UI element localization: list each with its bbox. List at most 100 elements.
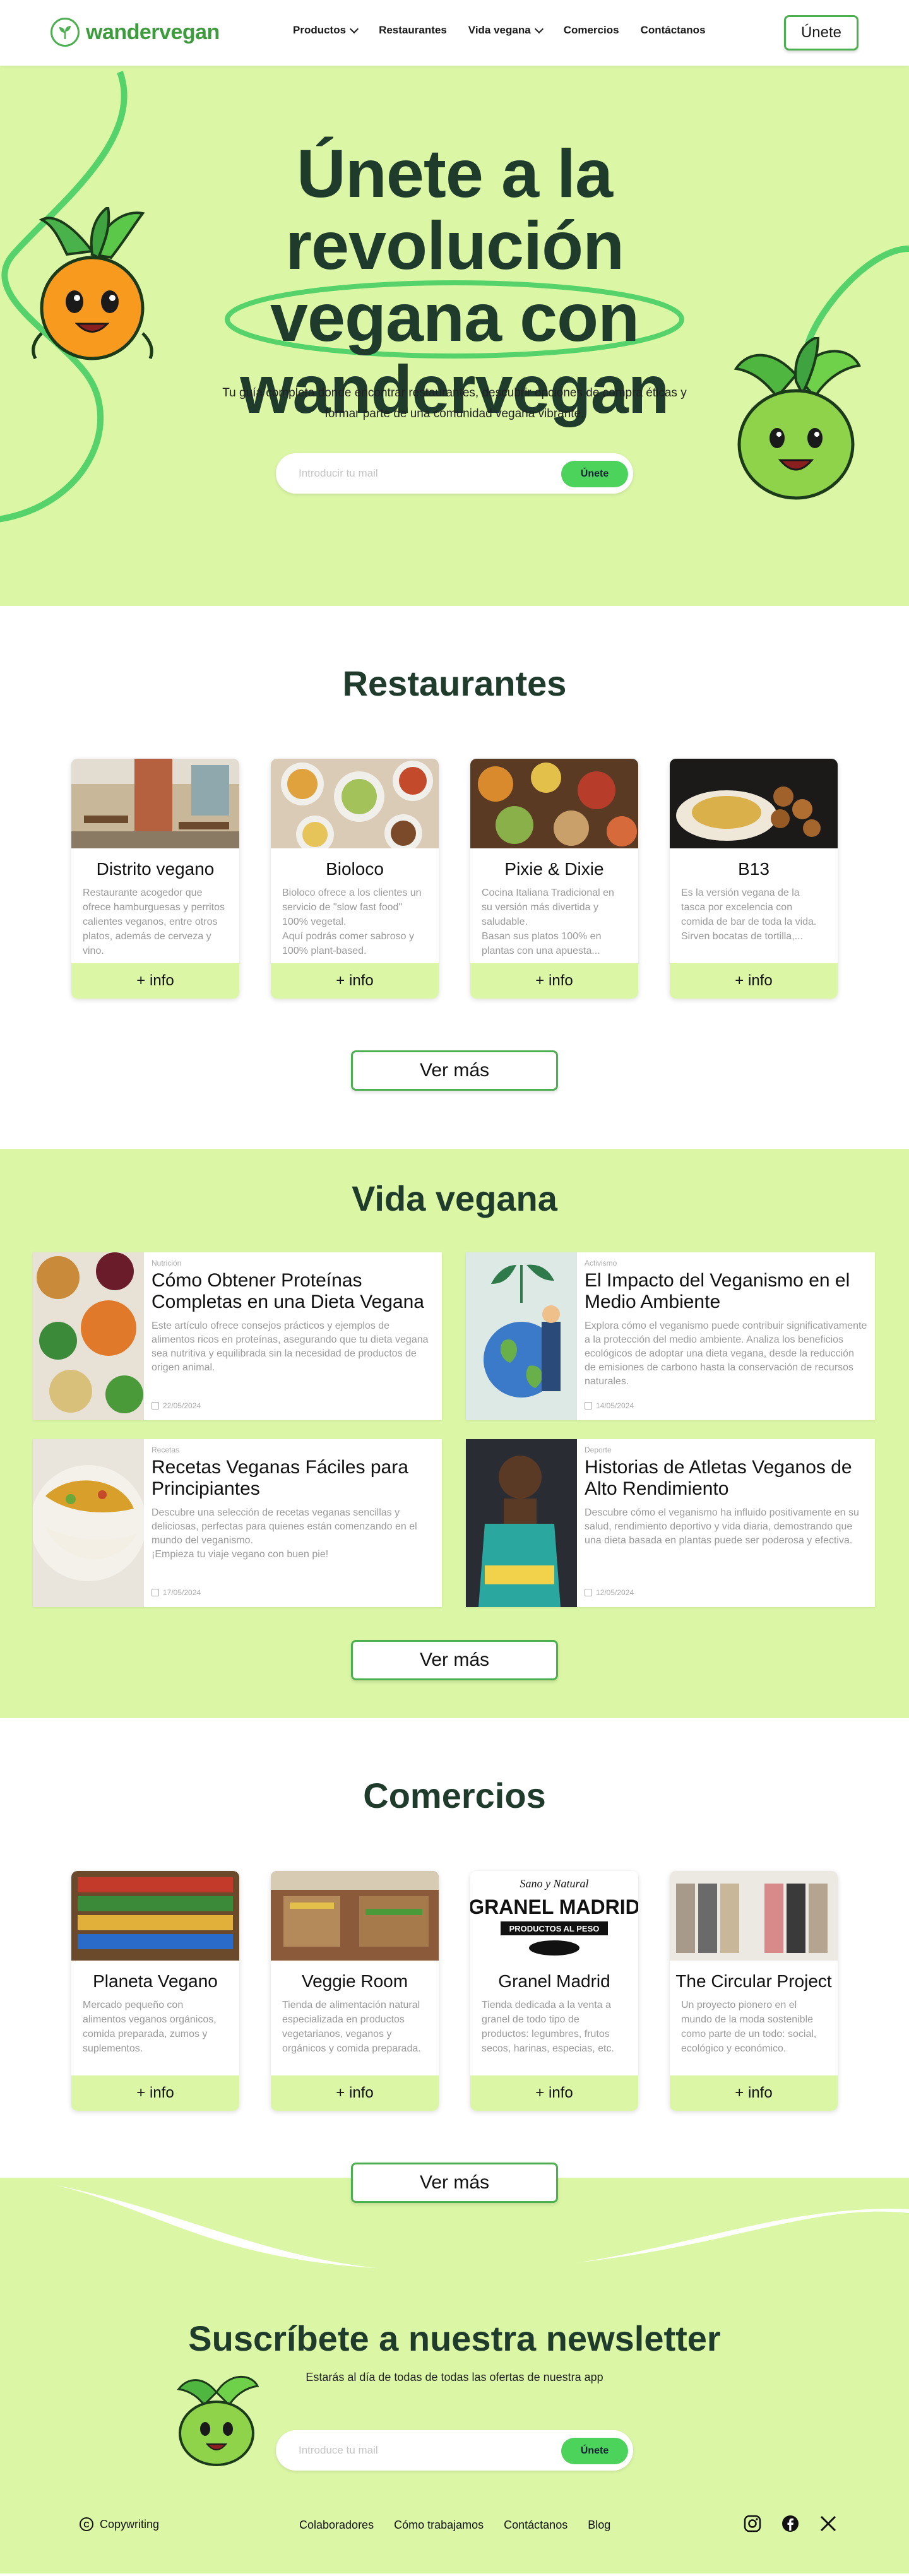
nav-comercios[interactable]: Comercios (564, 24, 619, 37)
restaurant-description: Bioloco ofrece a los clientes un servici… (282, 887, 422, 956)
restaurant-image-pixie (470, 759, 638, 848)
article-date-value: 14/05/2024 (596, 1401, 634, 1410)
hero-title-line2: vegana con (270, 279, 639, 355)
shop-info-button[interactable]: + info (71, 2075, 239, 2111)
shop-image-planeta (71, 1871, 239, 1961)
shop-name: Granel Madrid (498, 1971, 610, 1991)
newsletter-mascot-icon (177, 2376, 259, 2466)
article-date-value: 22/05/2024 (163, 1401, 201, 1410)
restaurant-image-b13 (670, 759, 838, 848)
calendar-icon (152, 1402, 159, 1410)
shop-name: Veggie Room (301, 1971, 408, 1991)
vida-vegana-section: Vida vegana Nutrición Cómo Obtener Prote… (0, 1149, 909, 1718)
article-body: Recetas Recetas Veganas Fáciles para Pri… (144, 1439, 442, 1607)
article-description: Descubre cómo el veganismo ha influido p… (585, 1507, 859, 1546)
article-image-recetas (33, 1439, 144, 1607)
restaurant-name: Bioloco (326, 859, 384, 879)
article-image-atletas (466, 1439, 577, 1607)
article-card[interactable]: Recetas Recetas Veganas Fáciles para Pri… (33, 1439, 442, 1607)
granel-logo-ribbon: PRODUCTOS AL PESO (509, 1924, 600, 1933)
article-body: Activismo El Impacto del Veganismo en el… (577, 1252, 875, 1420)
main-nav: Productos Restaurantes Vida vegana Comer… (293, 24, 706, 37)
social-links (742, 2514, 838, 2534)
footer-link-colaboradores[interactable]: Colaboradores (299, 2519, 374, 2532)
footer: C Copywriting Colaboradores Cómo trabaja… (0, 2506, 909, 2544)
article-category: Recetas (152, 1445, 180, 1454)
article-image-proteinas (33, 1252, 144, 1420)
newsletter-email-input[interactable] (299, 2438, 538, 2463)
article-card[interactable]: Deporte Historias de Atletas Veganos de … (466, 1439, 875, 1607)
restaurant-card: Bioloco Bioloco ofrece a los clientes un… (271, 759, 439, 999)
hero-title-line1: Únete a la revolución (285, 135, 624, 283)
article-card[interactable]: Nutrición Cómo Obtener Proteínas Complet… (33, 1252, 442, 1420)
article-card[interactable]: Activismo El Impacto del Veganismo en el… (466, 1252, 875, 1420)
shop-info-button[interactable]: + info (470, 2075, 638, 2111)
shop-card: Planeta Vegano Mercado pequeño con alime… (71, 1871, 239, 2111)
restaurant-image-distrito (71, 759, 239, 848)
vida-title: Vida vegana (352, 1178, 557, 1218)
newsletter-title: Suscríbete a nuestra newsletter (188, 2318, 721, 2358)
vida-more-button[interactable]: Ver más (351, 1640, 558, 1680)
instagram-icon[interactable] (742, 2514, 763, 2534)
logo[interactable]: wandervegan (50, 18, 220, 47)
chevron-down-icon (349, 24, 359, 33)
nav-vida-vegana-label: Vida vegana (468, 24, 531, 36)
footer-link-contactanos[interactable]: Contáctanos (504, 2519, 567, 2532)
comercios-more-button[interactable]: Ver más (351, 2163, 558, 2203)
article-description: Descubre una selección de recetas vegana… (152, 1507, 417, 1560)
nav-contactanos[interactable]: Contáctanos (641, 24, 706, 37)
hero-signup-form: Únete (276, 453, 633, 494)
article-title: Historias de Atletas Veganos de Alto Ren… (585, 1457, 852, 1499)
article-date: 17/05/2024 (152, 1588, 201, 1597)
footer-link-como-trabajamos[interactable]: Cómo trabajamos (394, 2519, 484, 2532)
restaurant-info-button[interactable]: + info (271, 963, 439, 999)
restaurantes-more-button[interactable]: Ver más (351, 1050, 558, 1091)
article-date: 22/05/2024 (152, 1401, 201, 1410)
footer-links: Colaboradores Cómo trabajamos Contáctano… (299, 2519, 610, 2532)
newsletter-submit-button[interactable]: Únete (561, 2438, 628, 2464)
article-title: Recetas Veganas Fáciles para Principiant… (152, 1457, 408, 1499)
shop-name: Planeta Vegano (93, 1971, 218, 1991)
calendar-icon (585, 1402, 592, 1410)
x-icon[interactable] (818, 2514, 838, 2534)
facebook-icon[interactable] (780, 2514, 800, 2534)
nav-productos-label: Productos (293, 24, 347, 36)
shop-info-button[interactable]: + info (271, 2075, 439, 2111)
restaurant-info-button[interactable]: + info (71, 963, 239, 999)
shop-info-button[interactable]: + info (670, 2075, 838, 2111)
shop-card: Sano y Natural GRANEL MADRID PRODUCTOS A… (470, 1871, 638, 2111)
granel-logo-tagline: Sano y Natural (520, 1877, 588, 1890)
restaurant-description: Es la versión vegana de la tasca por exc… (681, 887, 817, 942)
newsletter-subtitle: Estarás al día de todas de todas las ofe… (306, 2371, 603, 2383)
article-body: Nutrición Cómo Obtener Proteínas Complet… (144, 1252, 442, 1420)
article-image-medio-ambiente (466, 1252, 577, 1420)
shop-name: The Circular Project (675, 1971, 832, 1991)
restaurant-card: Distrito vegano Restaurante acogedor que… (71, 759, 239, 999)
comercios-title: Comercios (363, 1776, 546, 1815)
hero-submit-button[interactable]: Únete (561, 461, 628, 487)
hero-email-input[interactable] (299, 461, 538, 486)
shop-description: Tienda de alimentación natural especiali… (282, 2000, 421, 2054)
restaurant-card: Pixie & Dixie Cocina Italiana Tradiciona… (470, 759, 638, 999)
granel-logo-name: GRANEL MADRID (470, 1896, 638, 1918)
article-date-value: 17/05/2024 (163, 1588, 201, 1597)
restaurant-info-button[interactable]: + info (670, 963, 838, 999)
nav-restaurantes[interactable]: Restaurantes (379, 24, 447, 37)
shop-card: Veggie Room Tienda de alimentación natur… (271, 1871, 439, 2111)
shop-description: Un proyecto pionero en el mundo de la mo… (681, 2000, 817, 2054)
article-category: Deporte (585, 1445, 612, 1454)
shop-image-granel: Sano y Natural GRANEL MADRID PRODUCTOS A… (470, 1871, 638, 1961)
restaurant-name: B13 (738, 859, 769, 879)
restaurant-name: Pixie & Dixie (504, 859, 604, 879)
chevron-down-icon (534, 24, 544, 33)
nav-productos[interactable]: Productos (293, 24, 359, 37)
restaurantes-title: Restaurantes (342, 663, 567, 703)
join-button[interactable]: Únete (784, 15, 858, 50)
copyright: C Copywriting (80, 2517, 159, 2531)
restaurant-info-button[interactable]: + info (470, 963, 638, 999)
calendar-icon (152, 1589, 159, 1596)
footer-link-blog[interactable]: Blog (588, 2519, 610, 2532)
article-date: 12/05/2024 (585, 1588, 634, 1597)
nav-vida-vegana[interactable]: Vida vegana (468, 24, 544, 37)
restaurant-name: Distrito vegano (96, 859, 215, 879)
